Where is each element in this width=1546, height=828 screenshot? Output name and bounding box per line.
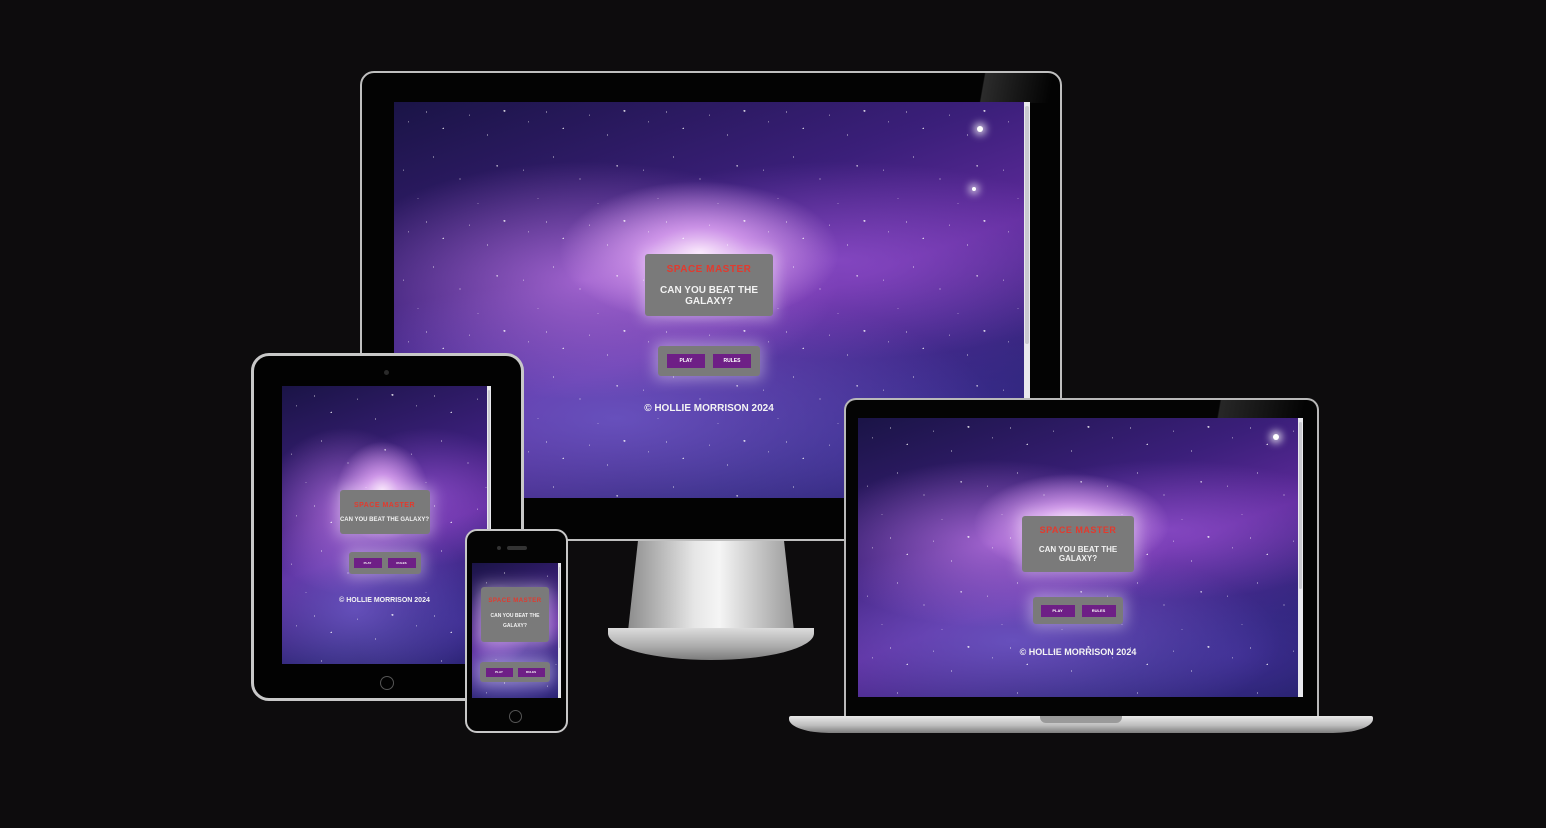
- button-panel: PLAY RULES: [658, 346, 760, 376]
- phone-camera: [497, 546, 501, 550]
- rules-button[interactable]: RULES: [517, 667, 545, 677]
- button-panel: PLAY RULES: [1033, 597, 1123, 624]
- copyright-text: © HOLLIE MORRISON 2024: [1019, 647, 1137, 657]
- tablet-home-button: [380, 676, 394, 690]
- scrollbar[interactable]: [1298, 418, 1303, 697]
- tagline: CAN YOU BEAT THE GALAXY?: [491, 611, 540, 631]
- copyright-text: © HOLLIE MORRISON 2024: [644, 403, 774, 414]
- button-panel: PLAY RULES: [480, 662, 550, 682]
- button-panel: PLAY RULES: [348, 552, 421, 574]
- tagline-line: GALAXY?: [503, 623, 527, 629]
- scrollbar[interactable]: [558, 563, 561, 698]
- app-container: SPACE MASTER CAN YOU BEAT THE GALAXY? PL…: [282, 386, 487, 604]
- play-button[interactable]: PLAY: [1040, 604, 1075, 617]
- rules-button[interactable]: RULES: [713, 354, 751, 368]
- title-panel: SPACE MASTER CAN YOU BEAT THE GALAXY?: [481, 587, 549, 642]
- monitor-stand-foot: [608, 628, 814, 660]
- rules-button[interactable]: RULES: [1081, 604, 1116, 617]
- scrollbar-thumb[interactable]: [559, 567, 560, 648]
- copyright-text: © HOLLIE MORRISON 2024: [339, 597, 430, 604]
- tagline-line: CAN YOU BEAT THE: [490, 613, 540, 619]
- app-container: SPACE MASTER CAN YOU BEAT THE GALAXY? PL…: [858, 418, 1298, 657]
- phone-speaker: [507, 546, 527, 550]
- tagline: CAN YOU BEAT THE GALAXY?: [1038, 545, 1118, 563]
- play-button[interactable]: PLAY: [353, 558, 382, 568]
- game-title: SPACE MASTER: [488, 598, 542, 604]
- app-container: SPACE MASTER CAN YOU BEAT THE GALAXY? PL…: [472, 563, 558, 682]
- tagline: CAN YOU BEAT THE GALAXY?: [339, 516, 430, 523]
- scrollbar-thumb[interactable]: [1299, 422, 1302, 590]
- play-button[interactable]: PLAY: [667, 354, 705, 368]
- laptop-notch: [1040, 716, 1122, 723]
- play-button[interactable]: PLAY: [485, 667, 513, 677]
- phone-home-button: [509, 710, 522, 723]
- rules-button[interactable]: RULES: [387, 558, 416, 568]
- title-panel: SPACE MASTER CAN YOU BEAT THE GALAXY?: [339, 490, 430, 534]
- tablet-screen: SPACE MASTER CAN YOU BEAT THE GALAXY? PL…: [282, 386, 491, 664]
- scrollbar-thumb[interactable]: [1025, 106, 1029, 344]
- game-title: SPACE MASTER: [1039, 525, 1117, 535]
- title-panel: SPACE MASTER CAN YOU BEAT THE GALAXY?: [1022, 516, 1134, 572]
- title-panel: SPACE MASTER CAN YOU BEAT THE GALAXY?: [645, 254, 773, 316]
- game-title: SPACE MASTER: [666, 263, 752, 275]
- monitor-stand-neck: [628, 541, 794, 631]
- tagline: CAN YOU BEAT THE GALAXY?: [660, 284, 758, 307]
- laptop-screen: SPACE MASTER CAN YOU BEAT THE GALAXY? PL…: [858, 418, 1303, 697]
- phone-screen: SPACE MASTER CAN YOU BEAT THE GALAXY? PL…: [472, 563, 561, 698]
- game-title: SPACE MASTER: [353, 501, 416, 509]
- tablet-camera: [384, 370, 389, 375]
